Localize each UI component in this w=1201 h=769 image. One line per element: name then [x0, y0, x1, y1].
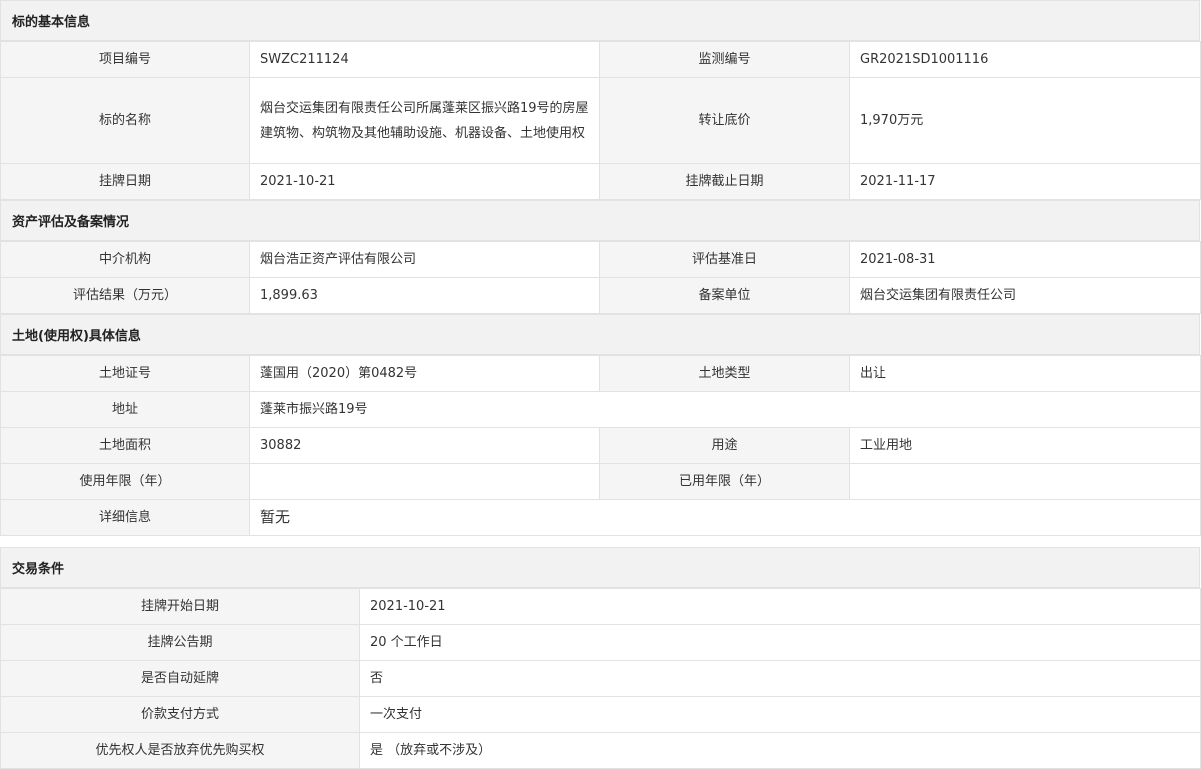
trade-label: 是否自动延牌 — [0, 660, 360, 697]
agency-label: 中介机构 — [0, 241, 250, 278]
table-row: 项目编号 SWZC211124 监测编号 GR2021SD1001116 — [0, 41, 1201, 78]
land-info-table: 土地证号 蓬国用（2020）第0482号 土地类型 出让 地址 蓬莱市振兴路19… — [0, 355, 1201, 536]
floor-price-label: 转让底价 — [599, 77, 850, 164]
filing-unit-value: 烟台交运集团有限责任公司 — [849, 277, 1201, 314]
name-value: 烟台交运集团有限责任公司所属蓬莱区振兴路19号的房屋建筑物、构筑物及其他辅助设施… — [249, 77, 600, 164]
trade-label: 优先权人是否放弃优先购买权 — [0, 732, 360, 769]
list-date-label: 挂牌日期 — [0, 163, 250, 200]
land-area-value: 30882 — [249, 427, 600, 464]
trade-label: 挂牌开始日期 — [0, 588, 360, 625]
listing-detail-page: 标的基本信息 项目编号 SWZC211124 监测编号 GR2021SD1001… — [0, 0, 1201, 769]
filing-unit-label: 备案单位 — [599, 277, 850, 314]
list-end-value: 2021-11-17 — [849, 163, 1201, 200]
basic-info-table: 项目编号 SWZC211124 监测编号 GR2021SD1001116 标的名… — [0, 41, 1201, 200]
section-title-text: 标的基本信息 — [12, 15, 91, 30]
section-title-text: 交易条件 — [12, 562, 65, 577]
table-row: 挂牌日期 2021-10-21 挂牌截止日期 2021-11-17 — [0, 163, 1201, 200]
list-date-value: 2021-10-21 — [249, 163, 600, 200]
table-row: 标的名称 烟台交运集团有限责任公司所属蓬莱区振兴路19号的房屋建筑物、构筑物及其… — [0, 77, 1201, 164]
table-row: 挂牌开始日期 2021-10-21 — [0, 588, 1201, 625]
detail-value: 暂无 — [249, 499, 1201, 536]
section-title-text: 土地(使用权)具体信息 — [12, 329, 141, 344]
use-years-value — [249, 463, 600, 500]
table-row: 价款支付方式 一次支付 — [0, 696, 1201, 733]
project-no-label: 项目编号 — [0, 41, 250, 78]
section-gap — [0, 536, 1201, 547]
section-title-assessment: 资产评估及备案情况 — [0, 200, 1200, 241]
section-title-text: 资产评估及备案情况 — [12, 215, 130, 230]
used-years-value — [849, 463, 1201, 500]
table-row: 使用年限（年） 已用年限（年） — [0, 463, 1201, 500]
trade-label: 挂牌公告期 — [0, 624, 360, 661]
section-title-land: 土地(使用权)具体信息 — [0, 314, 1200, 355]
trade-label: 价款支付方式 — [0, 696, 360, 733]
land-use-value: 工业用地 — [849, 427, 1201, 464]
address-label: 地址 — [0, 391, 250, 428]
address-value: 蓬莱市振兴路19号 — [249, 391, 1201, 428]
section-title-basic: 标的基本信息 — [0, 0, 1200, 41]
table-row: 优先权人是否放弃优先购买权 是 （放弃或不涉及） — [0, 732, 1201, 769]
monitor-no-value: GR2021SD1001116 — [849, 41, 1201, 78]
trade-value: 2021-10-21 — [359, 588, 1201, 625]
monitor-no-label: 监测编号 — [599, 41, 850, 78]
land-area-label: 土地面积 — [0, 427, 250, 464]
base-date-label: 评估基准日 — [599, 241, 850, 278]
floor-price-value: 1,970万元 — [849, 77, 1201, 164]
table-row: 地址 蓬莱市振兴路19号 — [0, 391, 1201, 428]
name-label: 标的名称 — [0, 77, 250, 164]
section-title-trade: 交易条件 — [0, 547, 1200, 588]
land-cert-value: 蓬国用（2020）第0482号 — [249, 355, 600, 392]
base-date-value: 2021-08-31 — [849, 241, 1201, 278]
use-years-label: 使用年限（年） — [0, 463, 250, 500]
result-value: 1,899.63 — [249, 277, 600, 314]
result-label: 评估结果（万元） — [0, 277, 250, 314]
trade-value: 一次支付 — [359, 696, 1201, 733]
table-row: 详细信息 暂无 — [0, 499, 1201, 536]
trade-value: 否 — [359, 660, 1201, 697]
used-years-label: 已用年限（年） — [599, 463, 850, 500]
land-cert-label: 土地证号 — [0, 355, 250, 392]
assessment-table: 中介机构 烟台浩正资产评估有限公司 评估基准日 2021-08-31 评估结果（… — [0, 241, 1201, 314]
agency-value: 烟台浩正资产评估有限公司 — [249, 241, 600, 278]
detail-label: 详细信息 — [0, 499, 250, 536]
trade-conditions-table: 挂牌开始日期 2021-10-21 挂牌公告期 20 个工作日 是否自动延牌 否… — [0, 588, 1201, 769]
table-row: 土地证号 蓬国用（2020）第0482号 土地类型 出让 — [0, 355, 1201, 392]
land-type-value: 出让 — [849, 355, 1201, 392]
table-row: 挂牌公告期 20 个工作日 — [0, 624, 1201, 661]
trade-value: 是 （放弃或不涉及） — [359, 732, 1201, 769]
table-row: 是否自动延牌 否 — [0, 660, 1201, 697]
table-row: 土地面积 30882 用途 工业用地 — [0, 427, 1201, 464]
table-row: 中介机构 烟台浩正资产评估有限公司 评估基准日 2021-08-31 — [0, 241, 1201, 278]
table-row: 评估结果（万元） 1,899.63 备案单位 烟台交运集团有限责任公司 — [0, 277, 1201, 314]
project-no-value: SWZC211124 — [249, 41, 600, 78]
trade-value: 20 个工作日 — [359, 624, 1201, 661]
land-type-label: 土地类型 — [599, 355, 850, 392]
list-end-label: 挂牌截止日期 — [599, 163, 850, 200]
land-use-label: 用途 — [599, 427, 850, 464]
